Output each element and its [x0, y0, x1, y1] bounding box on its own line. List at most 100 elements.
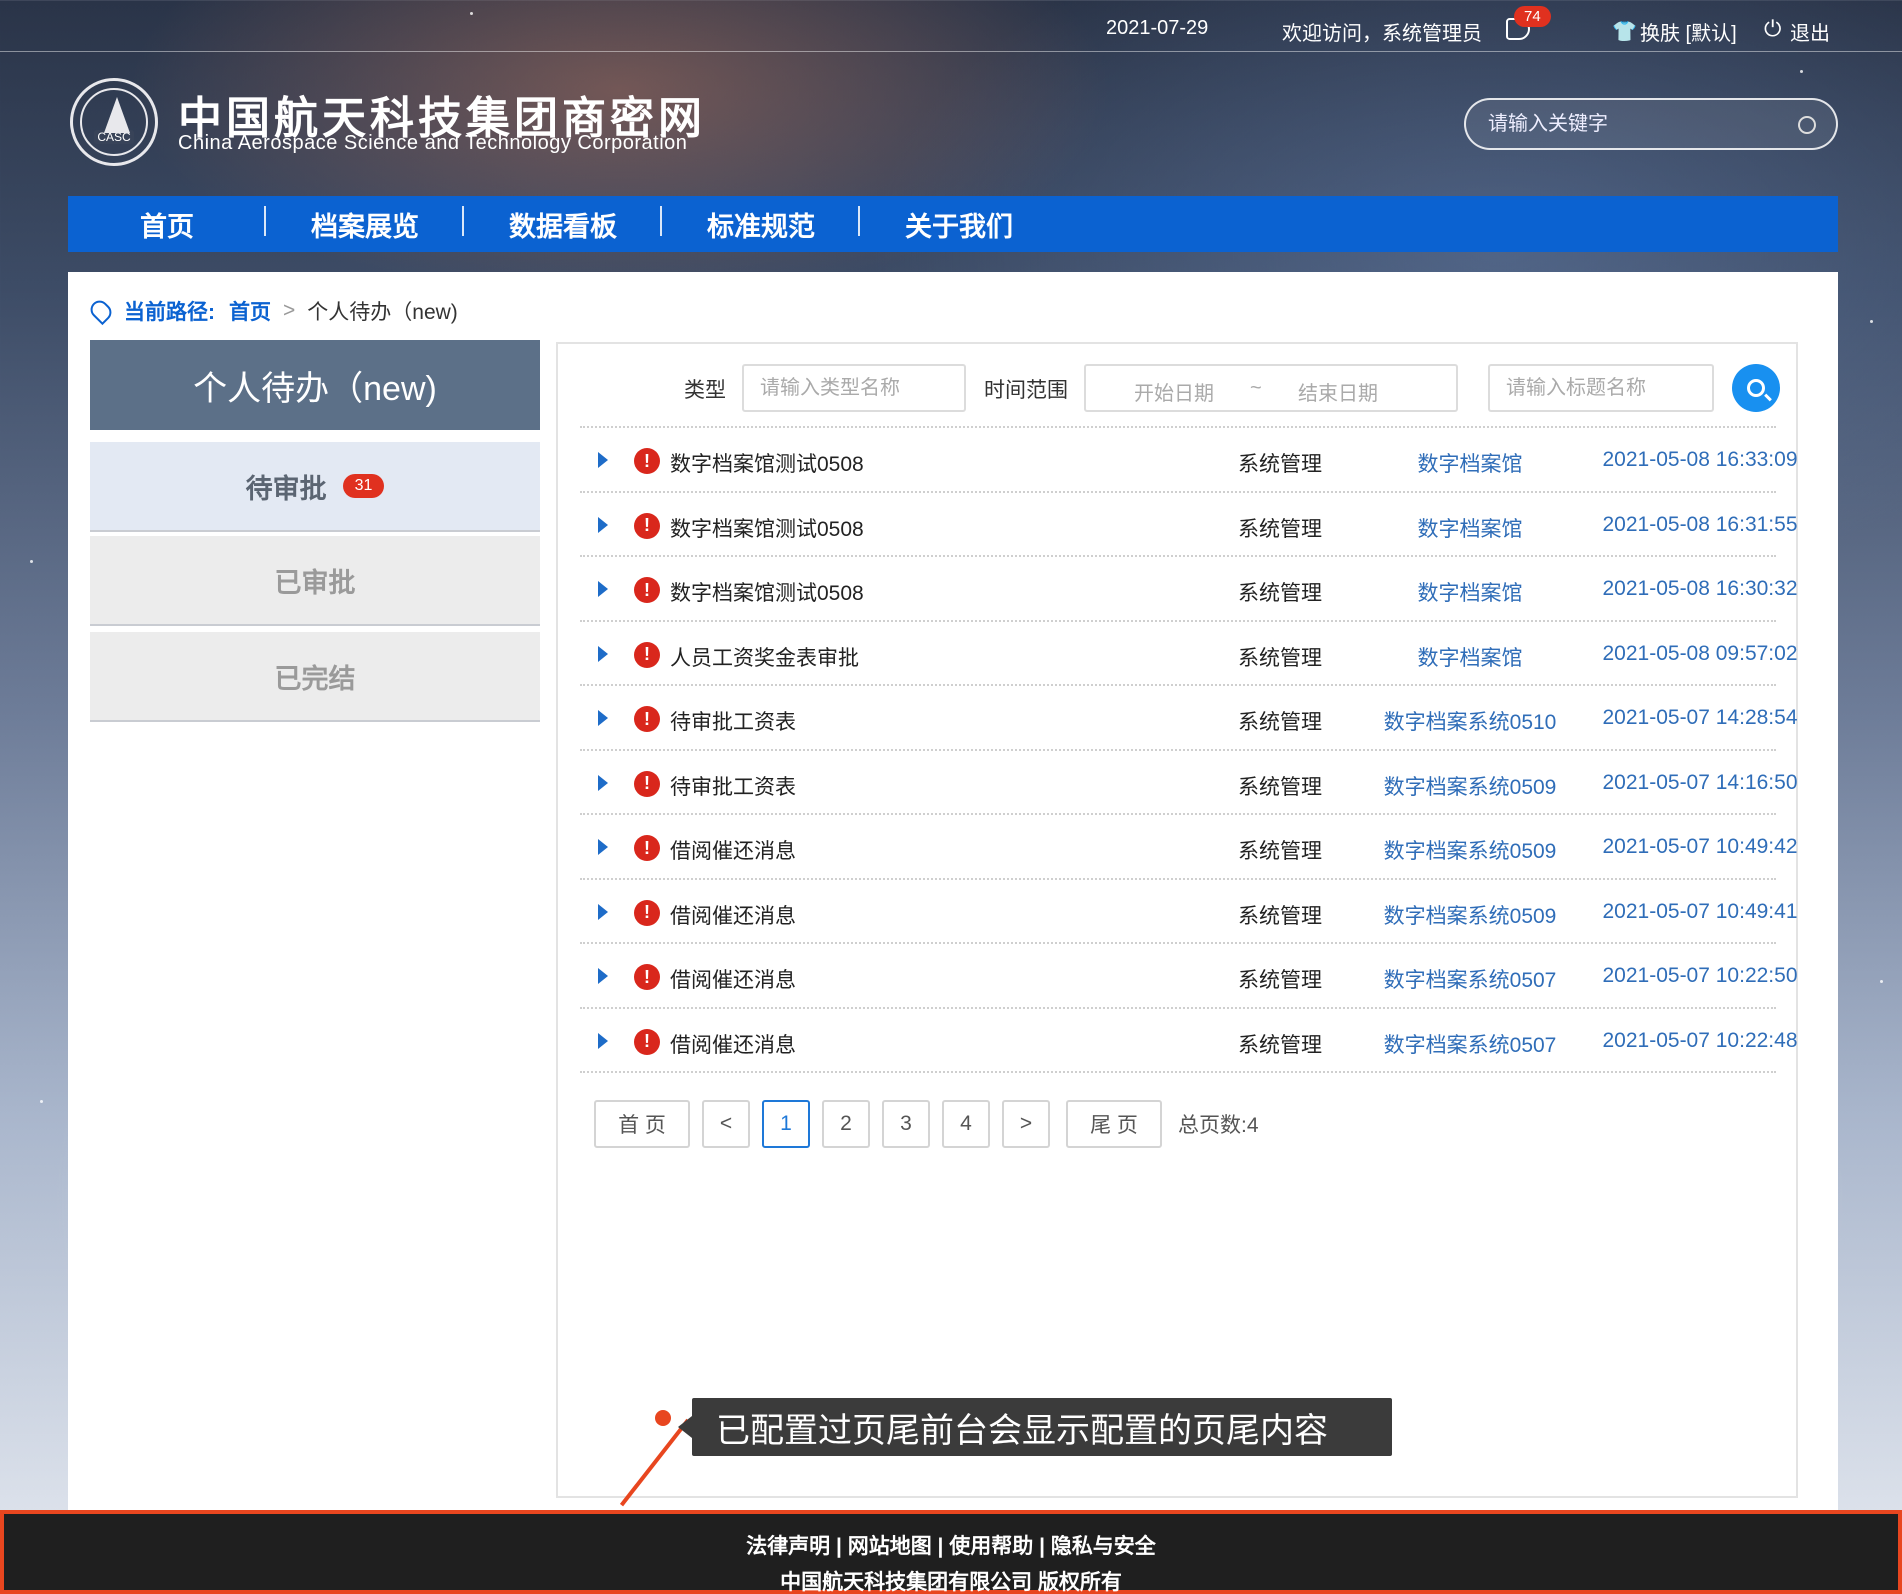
row-title[interactable]: 借阅催还消息 [670, 1029, 796, 1059]
date-range-picker[interactable]: 开始日期 ~ 结束日期 [1084, 364, 1458, 412]
table-row[interactable]: ! 借阅催还消息 系统管理 数字档案系统0507 2021-05-07 10:22:48 [580, 1009, 1798, 1073]
type-filter-input[interactable] [742, 364, 966, 412]
search-icon[interactable] [1798, 116, 1816, 134]
annotation-callout: 已配置过页尾前台会显示配置的页尾内容 [678, 1398, 1392, 1456]
breadcrumb-home-link[interactable]: 首页 [229, 296, 271, 326]
table-row[interactable]: ! 待审批工资表 系统管理 数字档案系统0510 2021-05-07 14:28:54 [580, 686, 1798, 751]
sidebar-item-label: 已完结 [274, 663, 356, 694]
footer-links[interactable]: 法律声明 | 网站地图 | 使用帮助 | 隐私与安全 [4, 1530, 1898, 1560]
sidebar-item-label: 已审批 [274, 567, 356, 598]
star-decoration [30, 560, 33, 563]
sidebar-item-approved[interactable]: 已审批 [90, 536, 540, 626]
star-decoration [1880, 980, 1883, 983]
row-time: 2021-05-08 09:57:02 [1602, 641, 1798, 665]
keyword-search-input[interactable] [1488, 110, 1788, 138]
search-button[interactable] [1732, 364, 1780, 412]
site-subtitle: China Aerospace Science and Technology C… [178, 132, 688, 154]
expand-arrow-icon[interactable] [598, 774, 608, 791]
start-date-input[interactable]: 开始日期 [1134, 377, 1214, 406]
time-range-label: 时间范围 [984, 379, 1068, 402]
sidebar-item-pending[interactable]: 待审批 31 [90, 442, 540, 532]
expand-arrow-icon[interactable] [598, 516, 608, 533]
power-icon: ⏻ [1764, 16, 1782, 41]
row-title[interactable]: 数字档案馆测试0508 [670, 513, 864, 543]
main-nav: 首页 档案展览 数据看板 标准规范 关于我们 [68, 196, 1838, 252]
alert-icon: ! [634, 512, 660, 539]
star-decoration [1800, 70, 1803, 73]
row-title[interactable]: 待审批工资表 [670, 706, 796, 736]
row-title[interactable]: 数字档案馆测试0508 [670, 577, 864, 607]
pending-count-badge: 31 [342, 474, 385, 498]
next-page-button[interactable]: > [1002, 1100, 1050, 1148]
sidebar-title: 个人待办（new) [90, 340, 540, 430]
location-pin-icon [86, 296, 116, 326]
filter-bar: 类型 时间范围 开始日期 ~ 结束日期 [558, 344, 1798, 432]
message-count-badge[interactable]: 74 [1514, 6, 1551, 27]
skin-switch-link[interactable]: 换肤 [默认] [1640, 17, 1737, 46]
alert-icon: ! [634, 964, 660, 990]
footer-copyright: 中国航天科技集团有限公司 版权所有 [780, 1571, 1122, 1594]
row-title[interactable]: 数字档案馆测试0508 [670, 448, 864, 478]
nav-item-data-dashboard[interactable]: 数据看板 [464, 196, 662, 252]
expand-arrow-icon[interactable] [598, 968, 608, 984]
alert-icon: ! [634, 1028, 660, 1055]
table-row[interactable]: ! 数字档案馆测试0508 系统管理 数字档案馆 2021-05-08 16:31:55 [580, 493, 1798, 557]
row-time: 2021-05-07 14:16:50 [1602, 770, 1798, 794]
nav-item-standards[interactable]: 标准规范 [662, 196, 860, 252]
expand-arrow-icon[interactable] [598, 581, 608, 597]
star-decoration [1870, 320, 1873, 323]
alert-icon: ! [634, 641, 660, 668]
main-panel: 当前路径: 首页 > 个人待办（new) 个人待办（new) 待审批 31 已审… [68, 272, 1838, 1512]
row-title[interactable]: 借阅催还消息 [670, 835, 796, 865]
table-row[interactable]: ! 数字档案馆测试0508 系统管理 数字档案馆 2021-05-08 16:33:09 [580, 428, 1798, 493]
end-date-input[interactable]: 结束日期 [1298, 377, 1378, 406]
expand-arrow-icon[interactable] [598, 645, 608, 662]
row-time: 2021-05-07 10:22:50 [1602, 964, 1798, 987]
prev-page-button[interactable]: < [702, 1100, 750, 1148]
todo-table: ! 数字档案馆测试0508 系统管理 数字档案馆 2021-05-08 16:33:09… [580, 426, 1798, 1073]
title-filter-input[interactable] [1488, 364, 1714, 412]
row-title[interactable]: 借阅催还消息 [670, 900, 796, 930]
nav-item-about-us[interactable]: 关于我们 [860, 196, 1058, 252]
page-button[interactable]: 1 [762, 1100, 810, 1148]
nav-item-home[interactable]: 首页 [68, 196, 266, 252]
expand-arrow-icon[interactable] [598, 1032, 608, 1049]
search-icon [1747, 379, 1765, 397]
expand-arrow-icon[interactable] [598, 452, 608, 468]
table-row[interactable]: ! 待审批工资表 系统管理 数字档案系统0509 2021-05-07 14:16:50 [580, 751, 1798, 815]
last-page-button[interactable]: 尾 页 [1066, 1100, 1162, 1148]
expand-arrow-icon[interactable] [598, 839, 608, 855]
total-pages: 总页数:4 [1178, 1114, 1259, 1137]
logout-link[interactable]: 退出 [1790, 17, 1830, 46]
row-title[interactable]: 借阅催还消息 [670, 964, 796, 994]
table-row[interactable]: ! 数字档案馆测试0508 系统管理 数字档案馆 2021-05-08 16:30:32 [580, 557, 1798, 622]
row-time: 2021-05-08 16:33:09 [1602, 448, 1798, 471]
expand-arrow-icon[interactable] [598, 903, 608, 920]
nav-item-archive-exhibition[interactable]: 档案展览 [266, 196, 464, 252]
chevron-right-icon: > [283, 299, 296, 322]
sidebar-item-completed[interactable]: 已完结 [90, 632, 540, 722]
casc-logo[interactable]: CASC [70, 78, 158, 166]
type-filter-label: 类型 [684, 379, 726, 402]
page-button[interactable]: 4 [942, 1100, 990, 1148]
welcome-text: 欢迎访问，系统管理员 [1282, 23, 1482, 45]
table-row[interactable]: ! 借阅催还消息 系统管理 数字档案系统0509 2021-05-07 10:49:41 [580, 880, 1798, 944]
range-separator: ~ [1250, 377, 1262, 399]
breadcrumb-current: 个人待办（new) [307, 301, 458, 324]
row-time: 2021-05-08 16:30:32 [1602, 577, 1798, 600]
expand-arrow-icon[interactable] [598, 710, 608, 726]
table-row[interactable]: ! 借阅催还消息 系统管理 数字档案系统0509 2021-05-07 10:49:42 [580, 815, 1798, 880]
row-title[interactable]: 待审批工资表 [670, 771, 796, 801]
top-bar: 2021-07-29 欢迎访问，系统管理员 74 👕 换肤 [默认] ⏻ 退出 [0, 0, 1902, 52]
row-title[interactable]: 人员工资奖金表审批 [670, 642, 859, 672]
shirt-icon: 👕 [1612, 21, 1637, 43]
first-page-button[interactable]: 首 页 [594, 1100, 690, 1148]
current-date: 2021-07-29 [1106, 17, 1209, 39]
page-button[interactable]: 2 [822, 1100, 870, 1148]
page-button[interactable]: 3 [882, 1100, 930, 1148]
table-row[interactable]: ! 借阅催还消息 系统管理 数字档案系统0507 2021-05-07 10:22:50 [580, 944, 1798, 1009]
table-row[interactable]: ! 人员工资奖金表审批 系统管理 数字档案馆 2021-05-08 09:57:02 [580, 622, 1798, 686]
row-time: 2021-05-07 10:49:41 [1602, 899, 1798, 923]
alert-icon: ! [634, 835, 660, 861]
breadcrumb-label: 当前路径: [124, 301, 215, 324]
